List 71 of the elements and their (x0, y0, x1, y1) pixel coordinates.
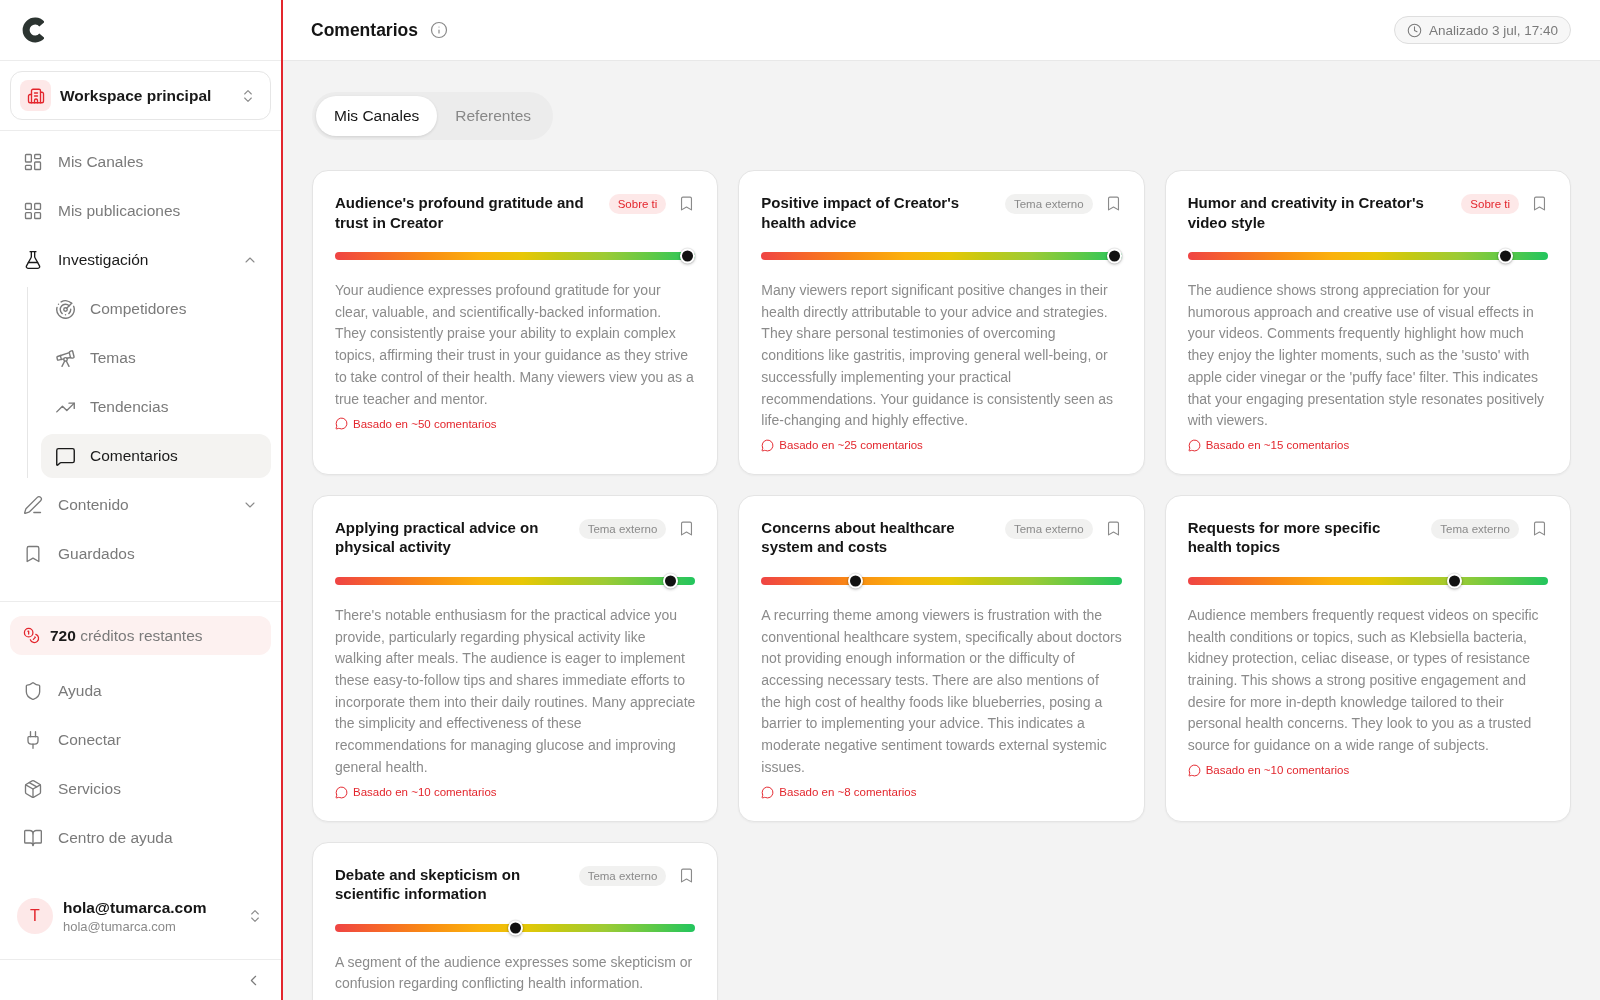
flask-icon (23, 250, 43, 270)
workspace-selector[interactable]: Workspace principal (10, 71, 271, 120)
user-name: hola@tumarca.com (63, 898, 208, 917)
nav-link[interactable]: Comentarios (41, 434, 271, 478)
card-title: Audience's profound gratitude and trust in Creator (335, 193, 585, 232)
category-tag: Tema externo (578, 865, 667, 886)
category-tag: Sobre ti (1461, 194, 1519, 214)
tab[interactable]: Mis Canales (316, 96, 438, 136)
comment-count: Basado en ~8 comentarios (779, 786, 917, 799)
comment-icon (1187, 763, 1201, 777)
card-title: Concerns about healthcare system and costs (761, 517, 956, 557)
comment-icon (1187, 438, 1201, 452)
clock-icon (1406, 22, 1422, 38)
comment-icon (335, 417, 348, 431)
card-title: Humor and creativity in Creator's video style (1187, 193, 1425, 232)
card-title: Positive impact of Creator's health advice (761, 193, 961, 232)
card-description: Your audience expresses profound gratitude for your clear, valuable, and scientifically-backed information. They consistently praise your ability to explain complex topics, affirming their trust in your guidance as they strive to take control of their health. Many viewers view you as a true teacher and mentor. (335, 281, 695, 409)
nav-link[interactable]: Conectar (10, 718, 271, 762)
card-description: Many viewers report significant positive changes in their health directly attributable to your advice and strategies. They share personal testimonies of overcoming conditions like gastritis, improving general well-being, or successfully implementing your practical recommendations. Your guidance is consistently seen as life-changing and highly effective. (761, 281, 1115, 431)
logo-icon (22, 17, 44, 43)
category-tag: Tema externo (1431, 518, 1519, 539)
user-avatar: T (17, 898, 53, 934)
nav-link[interactable]: Investigación (10, 238, 271, 282)
category-tag: Tema externo (578, 518, 667, 539)
nav-link[interactable]: Ayuda (10, 669, 271, 713)
nav-link[interactable]: Competidores (41, 287, 271, 331)
nav-link[interactable]: Mis Canales (10, 140, 271, 184)
category-tag: Sobre ti (608, 194, 667, 214)
user-email: hola@tumarca.com (63, 918, 177, 934)
pen-icon (23, 495, 43, 515)
comment-icon (761, 785, 775, 799)
bookmark-icon[interactable] (1531, 195, 1548, 212)
nav-link[interactable]: Guardados (10, 532, 271, 576)
timestamp-text: Analizado 3 jul, 17:40 (1428, 22, 1558, 38)
open-book-icon (23, 828, 43, 848)
package-icon (23, 779, 43, 799)
grid-icon (23, 201, 43, 221)
telescope-icon (55, 347, 76, 369)
tab[interactable]: Referentes (437, 96, 550, 136)
category-tag: Tema externo (1004, 518, 1093, 539)
card-description: A recurring theme among viewers is frustration with the conventional healthcare system, specifically about doctors not providing enough information or the difficulty of accessing necessary tests. There are also mentions of the high cost of healthy foods like blueberries, posing a barrier to implementing your advice. This indicates a moderate negative sentiment towards external systemic issues. (761, 605, 1122, 777)
card-description: Audience members frequently request videos on specific health conditions or topics, such as Klebsiella bacteria, kidney protection, celiac disease, or types of resistance training. This shows a strong positive engagement and desire for more in-depth knowledge tailored to their personal health concerns. They look to you as a trusted source for guidance on a wide range of subjects. (1187, 605, 1540, 756)
nav-link[interactable]: Tendencias (41, 385, 271, 429)
coins-icon (23, 627, 40, 644)
card-description: A segment of the audience expresses some skepticism or confusion regarding conflicting health information. (335, 952, 694, 994)
credits-text: 720 créditos restantes (50, 626, 203, 645)
category-tag: Tema externo (1004, 194, 1093, 214)
card-description: There's notable enthusiasm for the practical advice you provide, particularly regarding physical activity like walking after meals. The audience is eager to implement these easy-to-follow tips and shares immediate efforts to incorporate them into their daily routines. Many appreciate the simplicity and effectiveness of these recommendations for managing glucose and improving general health. (335, 605, 696, 777)
card-title: Applying practical advice on physical activity (335, 517, 540, 557)
building-icon (20, 80, 51, 111)
comment-count: Basado en ~10 comentarios (1205, 764, 1350, 777)
dashboard-icon (23, 152, 43, 172)
comment-count: Basado en ~10 comentarios (353, 786, 497, 799)
nav-link[interactable]: Mis publicaciones (10, 189, 271, 233)
nav-link[interactable]: Centro de ayuda (10, 816, 271, 860)
page-title: Comentarios (311, 19, 418, 41)
comment-count: Basado en ~50 comentarios (353, 417, 497, 430)
comment-icon (335, 785, 348, 799)
card-title: Requests for more specific health topics (1187, 517, 1382, 557)
nav-link[interactable]: Servicios (10, 767, 271, 811)
bookmark-icon[interactable] (1531, 519, 1548, 537)
nav-link[interactable]: Contenido (10, 483, 271, 527)
card-title: Debate and skepticism on scientific information (335, 864, 522, 904)
comment-icon (761, 438, 775, 452)
comment-count: Basado en ~15 comentarios (1205, 439, 1350, 452)
shield-icon (23, 681, 43, 701)
card-description: The audience shows strong appreciation for your humorous approach and creative use of visual effects in your videos. Comments frequently highlight how much they enjoy the lighter moments, such as the 'susto' with apple cider vinegar or the 'puffy face' filter. This indicates that your engaging presentation style resonates positively with viewers. (1187, 281, 1546, 431)
radar-icon (55, 298, 76, 320)
comment-count: Basado en ~25 comentarios (779, 439, 923, 452)
info-icon[interactable] (429, 21, 448, 39)
nav-link[interactable]: Temas (41, 336, 271, 380)
